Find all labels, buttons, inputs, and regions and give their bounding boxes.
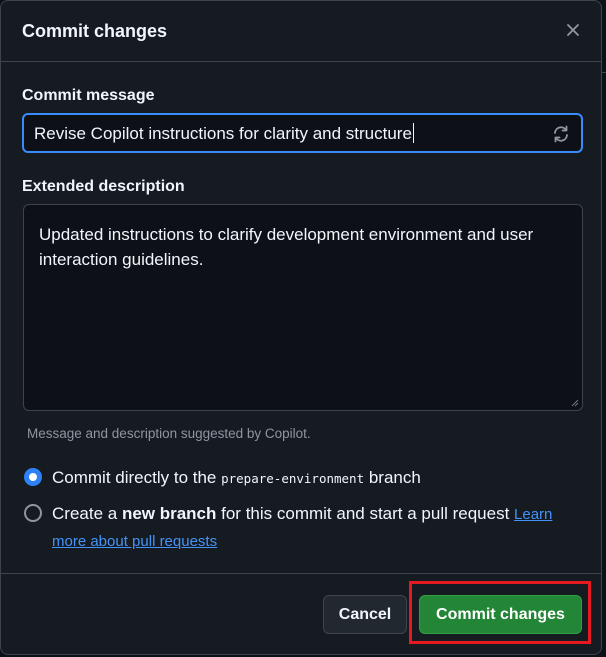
commit-dialog: Commit changes Commit message Revise Cop… — [0, 0, 602, 655]
refresh-icon[interactable] — [551, 124, 571, 144]
radio-new-branch[interactable] — [24, 504, 42, 522]
dialog-footer — [1, 573, 601, 574]
extended-description-value[interactable]: Updated instructions to clarify developm… — [39, 225, 533, 269]
option-new-branch-label[interactable]: Create a new branch for this commit and … — [52, 501, 572, 555]
background-edge — [602, 72, 606, 73]
radio-commit-directly[interactable] — [24, 468, 42, 486]
dialog-title: Commit changes — [22, 21, 168, 41]
cancel-button[interactable]: Cancel — [323, 595, 407, 634]
branch-name: prepare-environment — [221, 471, 365, 486]
extended-description-textarea[interactable]: Updated instructions to clarify developm… — [23, 204, 583, 411]
option-commit-directly-label[interactable]: Commit directly to the prepare-environme… — [52, 465, 421, 492]
text-caret — [412, 123, 414, 143]
copilot-suggestion-hint: Message and description suggested by Cop… — [27, 426, 311, 441]
commit-message-label: Commit message — [22, 87, 155, 104]
dialog-header: Commit changes — [1, 1, 601, 62]
highlight-box — [409, 581, 591, 644]
resize-grip-icon[interactable] — [571, 399, 579, 407]
commit-message-input[interactable]: Revise Copilot instructions for clarity … — [22, 113, 583, 153]
extended-description-label: Extended description — [22, 178, 185, 195]
close-icon[interactable] — [563, 20, 583, 40]
commit-message-value[interactable]: Revise Copilot instructions for clarity … — [34, 123, 414, 144]
